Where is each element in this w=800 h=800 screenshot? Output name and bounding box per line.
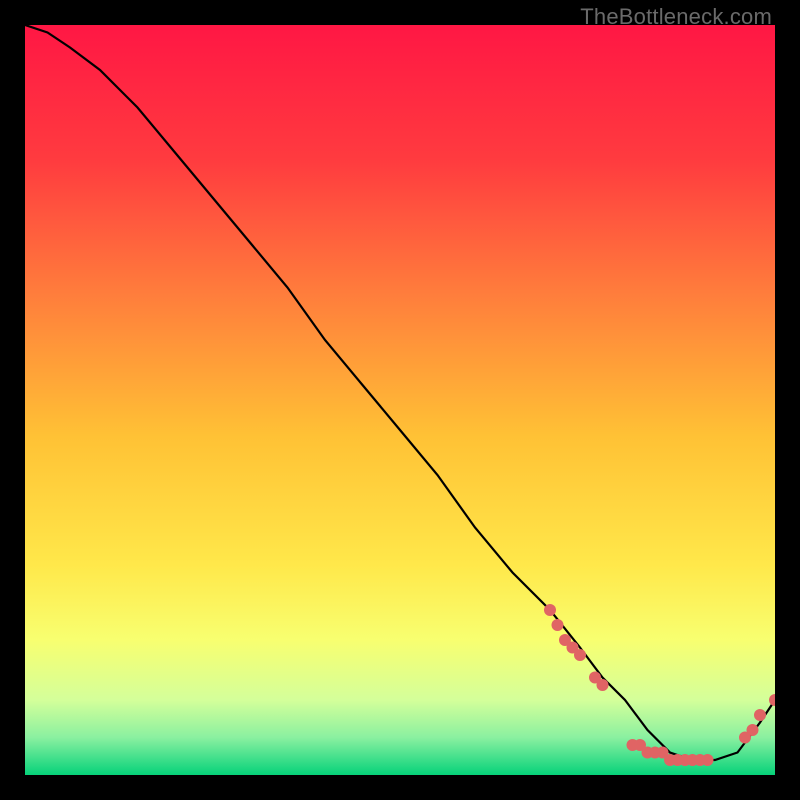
data-point (544, 604, 556, 616)
data-point (747, 724, 759, 736)
chart-svg (25, 25, 775, 775)
gradient-background (25, 25, 775, 775)
data-point (702, 754, 714, 766)
data-point (552, 619, 564, 631)
data-point (574, 649, 586, 661)
chart-container: TheBottleneck.com (0, 0, 800, 800)
data-point (754, 709, 766, 721)
data-point (597, 679, 609, 691)
plot-area (25, 25, 775, 775)
